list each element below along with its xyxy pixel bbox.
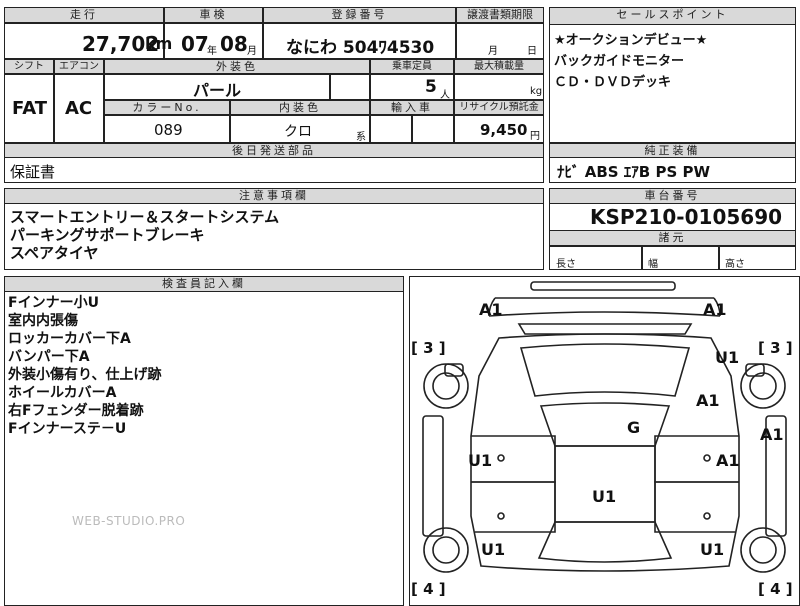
grille xyxy=(517,323,693,335)
mileage-unit: km xyxy=(145,34,173,53)
registration-value: なにわ 504ﾜ4530 xyxy=(286,38,435,58)
color-no-value: 089 xyxy=(154,121,183,139)
damage-right-front-upper: A1 xyxy=(696,391,720,410)
inspection-month: 08 xyxy=(220,32,248,56)
inspection-year: 07 xyxy=(181,32,209,56)
car-diagram xyxy=(422,281,787,573)
bracket-right-bottom: [ 4 ] xyxy=(758,580,793,598)
right-rear-door xyxy=(654,481,739,533)
chassis-number: KSP210-0105690 xyxy=(590,205,783,229)
rear-left-wheel xyxy=(423,527,469,573)
import-cell-b xyxy=(412,115,454,143)
sale-point-line: バックガイドモニター xyxy=(554,54,685,69)
interior-color-header: 内装色 xyxy=(230,100,370,115)
genuine-equipment-value: ﾅﾋﾞ ABS ｴｱB PS PW xyxy=(557,163,711,181)
import-header: 輸入車 xyxy=(370,100,454,115)
sale-point-line: ＣＤ・ＤＶＤデッキ xyxy=(554,75,672,90)
windshield xyxy=(519,343,691,397)
notes-list: スマートエントリー＆スタートシステム パーキングサポートブレーキ スペアタイヤ xyxy=(10,208,279,262)
damage-center: U1 xyxy=(592,487,617,506)
rear-right-wheel xyxy=(740,527,786,573)
inspector-list: Fインナー小U 室内内張傷 ロッカーカバー下A バンパー下A 外装小傷有り、仕上… xyxy=(8,294,161,438)
inspector-header: 検査員記入欄 xyxy=(4,276,404,292)
damage-right-front-fender: U1 xyxy=(715,348,740,367)
height-label: 高さ xyxy=(725,259,745,270)
center-panel xyxy=(554,445,656,523)
width-label: 幅 xyxy=(648,259,658,270)
rear-window xyxy=(537,521,673,563)
bracket-right-top: [ 3 ] xyxy=(758,339,793,357)
max-load-unit: kg xyxy=(530,86,543,97)
genuine-equipment-header: 純正装備 xyxy=(549,143,796,158)
inspector-line: 室内内張傷 xyxy=(8,313,78,329)
later-parts-header: 後日発送部品 xyxy=(4,143,544,158)
interior-color-suffix: 系 xyxy=(356,132,366,143)
note-line: パーキングサポートブレーキ xyxy=(10,226,205,244)
bracket-left-bottom: [ 4 ] xyxy=(411,580,446,598)
aircon-header: エアコン xyxy=(54,59,104,74)
sale-points-header: セールスポイント xyxy=(549,7,796,25)
exterior-color-extra-cell xyxy=(330,74,370,100)
capacity-header: 乗車定員 xyxy=(370,59,454,74)
watermark: WEB-STUDIO.PRO xyxy=(72,514,186,528)
damage-roof: G xyxy=(627,418,641,437)
exterior-color-value: パール xyxy=(193,81,242,100)
damage-right-rear-wheel: U1 xyxy=(700,540,725,559)
dimensions-header: 諸元 xyxy=(549,230,796,246)
capacity-value: 5 xyxy=(425,77,437,97)
aircon-value: AC xyxy=(65,98,93,119)
notes-header: 注意事項欄 xyxy=(4,188,544,204)
inspection-month-unit: 月 xyxy=(247,46,257,57)
inspector-line: Fインナー小U xyxy=(8,295,99,311)
body-outline xyxy=(470,333,740,572)
registration-header: 登録番号 xyxy=(263,7,456,23)
damage-right-side-edge: A1 xyxy=(760,425,784,444)
inspection-header: 車検 xyxy=(164,7,263,23)
sale-points-list: ★オークションデビュー★ バックガイドモニター ＣＤ・ＤＶＤデッキ xyxy=(554,30,707,93)
damage-left-rear-wheel: U1 xyxy=(481,540,506,559)
note-line: スペアタイヤ xyxy=(10,244,99,262)
length-label: 長さ xyxy=(556,259,576,270)
mileage-header: 走行 xyxy=(4,7,164,23)
capacity-unit: 人 xyxy=(440,90,450,101)
recycle-value: 9,450 xyxy=(480,121,528,139)
later-parts-value: 保証書 xyxy=(10,163,56,181)
inspector-line: Fインナーステ－U xyxy=(8,421,127,437)
shift-header: シフト xyxy=(4,59,54,74)
deadline-header: 譲渡書類期限 xyxy=(456,7,544,23)
exterior-color-header: 外装色 xyxy=(104,59,370,74)
hood-outline xyxy=(488,297,721,317)
recycle-header: リサイクル預託金 xyxy=(454,100,544,115)
front-left-wheel xyxy=(423,363,469,409)
left-rear-door xyxy=(471,481,556,533)
roof xyxy=(539,402,671,447)
inspector-line: バンパー下A xyxy=(8,349,90,365)
front-right-wheel xyxy=(740,363,786,409)
inspector-line: 外装小傷有り、仕上げ跡 xyxy=(8,367,162,383)
damage-left-front-door: U1 xyxy=(468,451,493,470)
damage-right-front-door: A1 xyxy=(716,451,740,470)
damage-front-right: A1 xyxy=(703,300,727,319)
import-cell-a xyxy=(370,115,412,143)
color-no-header: カラーNo. xyxy=(104,100,230,115)
left-sill xyxy=(422,415,444,537)
deadline-day-unit: 日 xyxy=(527,46,537,57)
interior-color-value: クロ xyxy=(284,124,312,140)
sale-point-line: ★オークションデビュー★ xyxy=(554,33,708,48)
inspection-year-unit: 年 xyxy=(207,46,217,57)
bracket-left-top: [ 3 ] xyxy=(411,339,446,357)
chassis-header: 車台番号 xyxy=(549,188,796,204)
deadline-month-unit: 月 xyxy=(488,46,498,57)
front-bumper xyxy=(530,281,676,291)
shift-value: FAT xyxy=(12,98,48,119)
recycle-unit: 円 xyxy=(530,131,540,142)
damage-front-left: A1 xyxy=(479,300,503,319)
inspector-line: 右Fフェンダー脱着跡 xyxy=(8,403,144,419)
note-line: スマートエントリー＆スタートシステム xyxy=(10,208,280,226)
max-load-header: 最大積載量 xyxy=(454,59,544,74)
inspector-line: ホイールカバーA xyxy=(8,385,117,401)
inspector-line: ロッカーカバー下A xyxy=(8,331,131,347)
